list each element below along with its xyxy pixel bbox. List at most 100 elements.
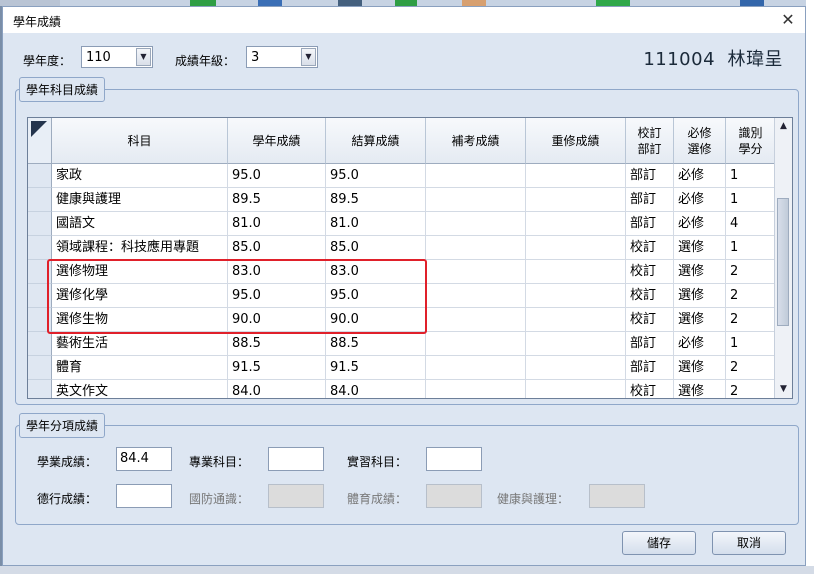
cell-school-dept[interactable]: 部訂 — [626, 188, 674, 212]
table-row[interactable]: 家政 95.0 95.0 部訂 必修 1 — [28, 164, 776, 188]
cell-subject[interactable]: 健康與護理 — [52, 188, 228, 212]
cell-retake-grade[interactable] — [526, 284, 626, 308]
cell-required-elective[interactable]: 選修 — [674, 284, 726, 308]
cell-credit[interactable]: 4 — [726, 212, 776, 236]
practical-field[interactable] — [426, 447, 482, 471]
cell-required-elective[interactable]: 選修 — [674, 356, 726, 380]
cell-year-grade[interactable]: 84.0 — [228, 380, 326, 398]
cell-subject[interactable]: 領域課程：科技應用專題 — [52, 236, 228, 260]
cell-retake-grade[interactable] — [526, 380, 626, 398]
cell-credit[interactable]: 2 — [726, 308, 776, 332]
cell-required-elective[interactable]: 選修 — [674, 308, 726, 332]
cancel-button[interactable]: 取消 — [712, 531, 786, 555]
cell-makeup-grade[interactable] — [426, 212, 526, 236]
chevron-down-icon[interactable]: ▼ — [301, 48, 316, 66]
cell-required-elective[interactable]: 選修 — [674, 236, 726, 260]
cell-retake-grade[interactable] — [526, 188, 626, 212]
table-row[interactable]: 健康與護理 89.5 89.5 部訂 必修 1 — [28, 188, 776, 212]
row-header[interactable] — [28, 236, 52, 260]
table-row[interactable]: 體育 91.5 91.5 部訂 選修 2 — [28, 356, 776, 380]
cell-final-grade[interactable]: 89.5 — [326, 188, 426, 212]
cell-final-grade[interactable]: 88.5 — [326, 332, 426, 356]
chevron-down-icon[interactable]: ▼ — [136, 48, 151, 66]
cell-credit[interactable]: 2 — [726, 380, 776, 398]
cell-final-grade[interactable]: 84.0 — [326, 380, 426, 398]
professional-field[interactable] — [268, 447, 324, 471]
close-icon[interactable]: ✕ — [777, 9, 799, 31]
cell-credit[interactable]: 2 — [726, 260, 776, 284]
cell-school-dept[interactable]: 校訂 — [626, 284, 674, 308]
cell-school-dept[interactable]: 部訂 — [626, 356, 674, 380]
cell-school-dept[interactable]: 校訂 — [626, 236, 674, 260]
cell-subject[interactable]: 英文作文 — [52, 380, 228, 398]
cell-required-elective[interactable]: 必修 — [674, 188, 726, 212]
grade-level-select[interactable]: 3 ▼ — [246, 46, 318, 68]
cell-year-grade[interactable]: 89.5 — [228, 188, 326, 212]
cell-required-elective[interactable]: 選修 — [674, 260, 726, 284]
cell-credit[interactable]: 2 — [726, 356, 776, 380]
header-col-makeup-grade[interactable]: 補考成績 — [426, 118, 526, 164]
select-all-corner[interactable] — [28, 118, 52, 164]
cell-school-dept[interactable]: 校訂 — [626, 308, 674, 332]
cell-retake-grade[interactable] — [526, 164, 626, 188]
cell-makeup-grade[interactable] — [426, 236, 526, 260]
cell-subject[interactable]: 家政 — [52, 164, 228, 188]
cell-makeup-grade[interactable] — [426, 260, 526, 284]
cell-retake-grade[interactable] — [526, 260, 626, 284]
row-header[interactable] — [28, 332, 52, 356]
table-row[interactable]: 領域課程：科技應用專題 85.0 85.0 校訂 選修 1 — [28, 236, 776, 260]
save-button[interactable]: 儲存 — [622, 531, 696, 555]
cell-makeup-grade[interactable] — [426, 284, 526, 308]
scroll-thumb[interactable] — [777, 198, 789, 326]
cell-required-elective[interactable]: 選修 — [674, 380, 726, 398]
header-col-final-grade[interactable]: 結算成績 — [326, 118, 426, 164]
header-col-credit[interactable]: 識別 學分 — [726, 118, 776, 164]
header-col-required-elective[interactable]: 必修 選修 — [674, 118, 726, 164]
header-col-retake-grade[interactable]: 重修成績 — [526, 118, 626, 164]
scroll-up-icon[interactable]: ▲ — [775, 118, 792, 135]
cell-school-dept[interactable]: 校訂 — [626, 380, 674, 398]
cell-makeup-grade[interactable] — [426, 308, 526, 332]
header-col-subject[interactable]: 科目 — [52, 118, 228, 164]
vertical-scrollbar[interactable]: ▲ ▼ — [774, 118, 792, 398]
row-header[interactable] — [28, 212, 52, 236]
cell-year-grade[interactable]: 81.0 — [228, 212, 326, 236]
row-header[interactable] — [28, 380, 52, 398]
cell-final-grade[interactable]: 81.0 — [326, 212, 426, 236]
conduct-field[interactable] — [116, 484, 172, 508]
cell-credit[interactable]: 1 — [726, 332, 776, 356]
cell-school-dept[interactable]: 校訂 — [626, 260, 674, 284]
cell-required-elective[interactable]: 必修 — [674, 212, 726, 236]
cell-final-grade[interactable]: 91.5 — [326, 356, 426, 380]
cell-year-grade[interactable]: 88.5 — [228, 332, 326, 356]
cell-final-grade[interactable]: 85.0 — [326, 236, 426, 260]
cell-makeup-grade[interactable] — [426, 164, 526, 188]
row-header[interactable] — [28, 188, 52, 212]
cell-makeup-grade[interactable] — [426, 332, 526, 356]
cell-year-grade[interactable]: 95.0 — [228, 164, 326, 188]
row-header[interactable] — [28, 356, 52, 380]
cell-required-elective[interactable]: 必修 — [674, 332, 726, 356]
cell-year-grade[interactable]: 91.5 — [228, 356, 326, 380]
cell-credit[interactable]: 1 — [726, 164, 776, 188]
cell-required-elective[interactable]: 必修 — [674, 164, 726, 188]
cell-retake-grade[interactable] — [526, 332, 626, 356]
cell-year-grade[interactable]: 85.0 — [228, 236, 326, 260]
cell-credit[interactable]: 2 — [726, 284, 776, 308]
cell-subject[interactable]: 體育 — [52, 356, 228, 380]
academic-field[interactable]: 84.4 — [116, 447, 172, 471]
cell-makeup-grade[interactable] — [426, 356, 526, 380]
cell-subject[interactable]: 國語文 — [52, 212, 228, 236]
cell-makeup-grade[interactable] — [426, 188, 526, 212]
cell-school-dept[interactable]: 部訂 — [626, 332, 674, 356]
cell-school-dept[interactable]: 部訂 — [626, 164, 674, 188]
cell-retake-grade[interactable] — [526, 308, 626, 332]
cell-retake-grade[interactable] — [526, 212, 626, 236]
cell-credit[interactable]: 1 — [726, 236, 776, 260]
row-header[interactable] — [28, 164, 52, 188]
scroll-down-icon[interactable]: ▼ — [775, 381, 792, 398]
header-col-year-grade[interactable]: 學年成績 — [228, 118, 326, 164]
table-row[interactable]: 英文作文 84.0 84.0 校訂 選修 2 — [28, 380, 776, 398]
cell-final-grade[interactable]: 95.0 — [326, 164, 426, 188]
cell-credit[interactable]: 1 — [726, 188, 776, 212]
